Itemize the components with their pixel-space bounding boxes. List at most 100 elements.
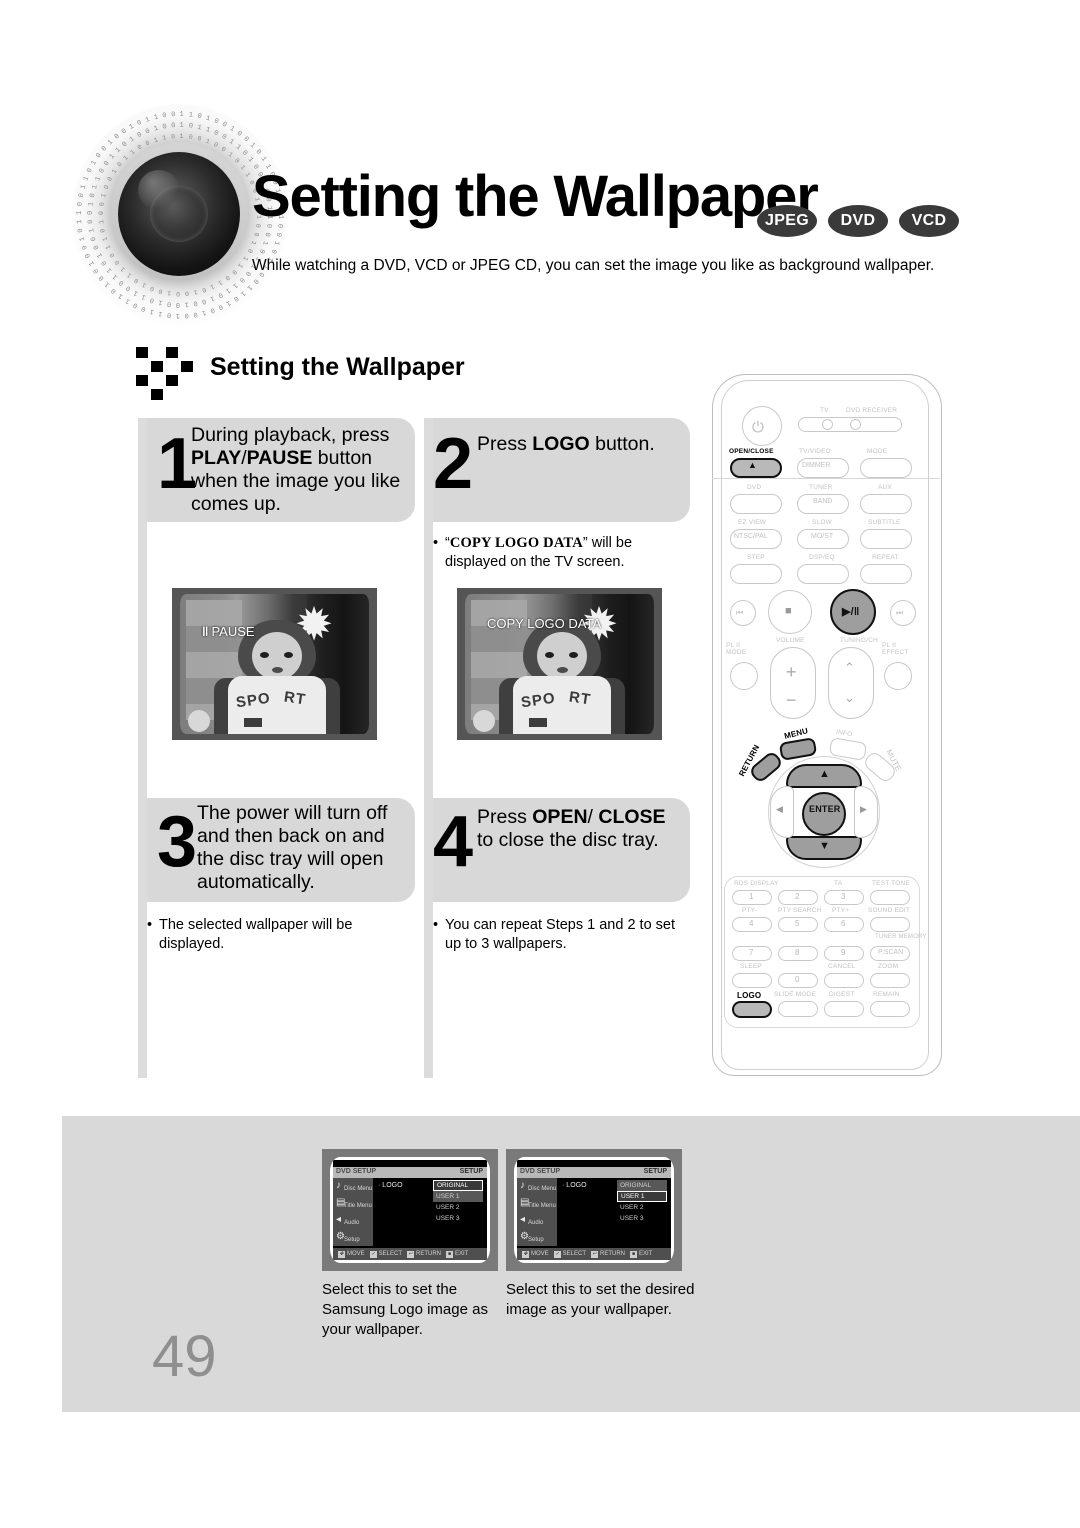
tuner-label: TUNER — [809, 484, 833, 491]
digest-label: DIGEST — [829, 991, 855, 998]
osd-menu-audio[interactable]: ◂ Audio — [519, 1214, 557, 1231]
osd-caption-2: Select this to set the desired image as … — [506, 1281, 695, 1318]
osd-menu-label: Disc Menu — [344, 1186, 373, 1192]
remain-button[interactable] — [870, 1001, 910, 1017]
tv-mode-dot[interactable] — [822, 419, 833, 430]
sleep-label: SLEEP — [740, 963, 762, 970]
step-2-number: 2 — [433, 424, 474, 504]
repeat-button[interactable] — [860, 564, 912, 584]
dvd-button[interactable] — [730, 494, 782, 514]
enter-label: ENTER — [809, 804, 841, 814]
remain-label: REMAIN — [873, 991, 900, 998]
osd-footer-label: EXIT — [455, 1251, 469, 1257]
aux-button[interactable] — [860, 494, 912, 514]
steps-grid: 1 During playback, press PLAY/PAUSE butt… — [138, 418, 690, 1078]
page-title: Setting the Wallpaper — [252, 164, 819, 229]
pl2-mode-button[interactable] — [730, 662, 758, 690]
logo-button[interactable] — [732, 1001, 772, 1018]
step-2-note: • “COPY LOGO DATA” will be displayed on … — [433, 534, 683, 571]
key-3-number: 3 — [841, 892, 846, 901]
osd-footer-select: ✓ SELECT — [369, 1250, 403, 1258]
grid-rule-middle — [424, 418, 433, 1078]
badge-dvd: DVD — [828, 205, 888, 237]
sound-edit-label: SOUND EDIT — [868, 907, 911, 914]
osd-caption-1: Select this to set the Samsung Logo imag… — [322, 1281, 488, 1338]
return-key-icon: ↩ — [407, 1250, 415, 1258]
osd-option-user3[interactable]: USER 3 — [433, 1213, 483, 1224]
step-3-text: The power will turn off and then back on… — [197, 802, 388, 893]
volume-up-icon[interactable]: + — [786, 662, 797, 683]
bullet-icon: • — [433, 535, 439, 551]
tuning-up-icon[interactable]: ⌃ — [844, 660, 855, 676]
osd-option-original[interactable]: ORIGINAL — [433, 1180, 483, 1191]
osd-option-user2[interactable]: USER 2 — [617, 1202, 667, 1213]
osd-footer-label: SELECT — [378, 1251, 403, 1257]
step-3-note-text: The selected wallpaper will be displayed… — [159, 917, 353, 952]
move-key-icon: ✥ — [522, 1250, 529, 1258]
return-key-icon: ↩ — [591, 1250, 599, 1258]
checker-bullet-icon — [136, 347, 198, 400]
remote-divider — [712, 478, 940, 479]
osd-copy-logo-label: COPY LOGO DATA — [487, 616, 602, 631]
digest-button[interactable] — [824, 1001, 864, 1017]
mode-button[interactable] — [860, 458, 912, 478]
osd-menu-setup[interactable]: ⚙ Setup — [519, 1231, 557, 1248]
cancel-button[interactable] — [824, 973, 864, 988]
osd-option-user1[interactable]: USER 1 — [617, 1191, 667, 1202]
osd-footer-bar: ✥ MOVE ✓ SELECT ↩ RETURN ■ EXIT — [517, 1248, 671, 1260]
osd-option-user2[interactable]: USER 2 — [433, 1202, 483, 1213]
step-button[interactable] — [730, 564, 782, 584]
osd-menu-column: ♪ Disc Menu ▤ Title Menu ◂ Audio ⚙ Setup — [517, 1178, 557, 1246]
tv-bezel: DVD SETUP SETUP ♪ Disc Menu ▤ Title Menu… — [330, 1157, 490, 1263]
step-4-note-text: You can repeat Steps 1 and 2 to set up t… — [445, 917, 676, 952]
osd-field-logo: · LOGO — [562, 1182, 587, 1189]
exit-key-icon: ■ — [630, 1250, 638, 1258]
tuning-down-icon[interactable]: ⌄ — [844, 690, 855, 706]
eject-icon: ▲ — [748, 460, 758, 470]
sound-edit-button[interactable] — [870, 917, 910, 932]
slide-mode-button[interactable] — [778, 1001, 818, 1017]
osd-footer-bar: ✥ MOVE ✓ SELECT ↩ RETURN ■ EXIT — [333, 1248, 487, 1260]
volume-down-icon[interactable]: − — [786, 690, 797, 711]
info-label: INFO — [835, 728, 853, 739]
disc-gleam — [138, 170, 180, 210]
logo-label: LOGO — [737, 991, 762, 1000]
subtitle-button[interactable] — [860, 529, 912, 549]
step-1-text: During playback, press PLAY/PAUSE button… — [191, 424, 401, 515]
osd-menu-disc-menu[interactable]: ♪ Disc Menu — [335, 1180, 373, 1197]
tuning-rocker[interactable] — [828, 647, 874, 719]
osd-menu-disc-menu[interactable]: ♪ Disc Menu — [519, 1180, 557, 1197]
osd-title-right: SETUP — [459, 1168, 483, 1175]
osd-menu-setup[interactable]: ⚙ Setup — [335, 1231, 373, 1248]
ta-label: TA — [834, 880, 843, 887]
key-2-number: 2 — [795, 892, 800, 901]
pl2-effect-button[interactable] — [884, 662, 912, 690]
pty-search-label: PTY SEARCH — [778, 907, 822, 914]
rds-display-label: RDS DISPLAY — [734, 880, 779, 887]
arrow-left-icon: ◀ — [776, 804, 784, 814]
repeat-label: REPEAT — [872, 554, 899, 561]
osd-menu-title-menu[interactable]: ▤ Title Menu — [519, 1197, 557, 1214]
step-4-note: • You can repeat Steps 1 and 2 to set up… — [433, 916, 683, 953]
osd-menu-title-menu[interactable]: ▤ Title Menu — [335, 1197, 373, 1214]
osd-title-bar: DVD SETUP SETUP — [517, 1167, 671, 1178]
child-mouth — [272, 667, 283, 673]
sleep-button[interactable] — [732, 973, 772, 988]
osd-menu-label: Title Menu — [344, 1203, 372, 1209]
osd-option-original[interactable]: ORIGINAL — [617, 1180, 667, 1191]
key-4-number: 4 — [749, 919, 754, 928]
key-0-number: 0 — [795, 975, 800, 984]
osd-menu-audio[interactable]: ◂ Audio — [335, 1214, 373, 1231]
osd-option-user3[interactable]: USER 3 — [617, 1213, 667, 1224]
zoom-button[interactable] — [870, 973, 910, 988]
step-2-text: Press LOGO button. — [477, 433, 655, 455]
dvd-mode-dot[interactable] — [850, 419, 861, 430]
enter-button[interactable] — [802, 792, 846, 836]
osd-footer-move: ✥ MOVE — [338, 1250, 365, 1258]
osd-footer-label: EXIT — [639, 1251, 653, 1257]
open-close-label: OPEN/CLOSE — [729, 448, 774, 455]
test-tone-button[interactable] — [870, 890, 910, 905]
dsp-eq-button[interactable] — [797, 564, 849, 584]
osd-option-user1[interactable]: USER 1 — [433, 1191, 483, 1202]
cancel-label: CANCEL — [828, 963, 856, 970]
